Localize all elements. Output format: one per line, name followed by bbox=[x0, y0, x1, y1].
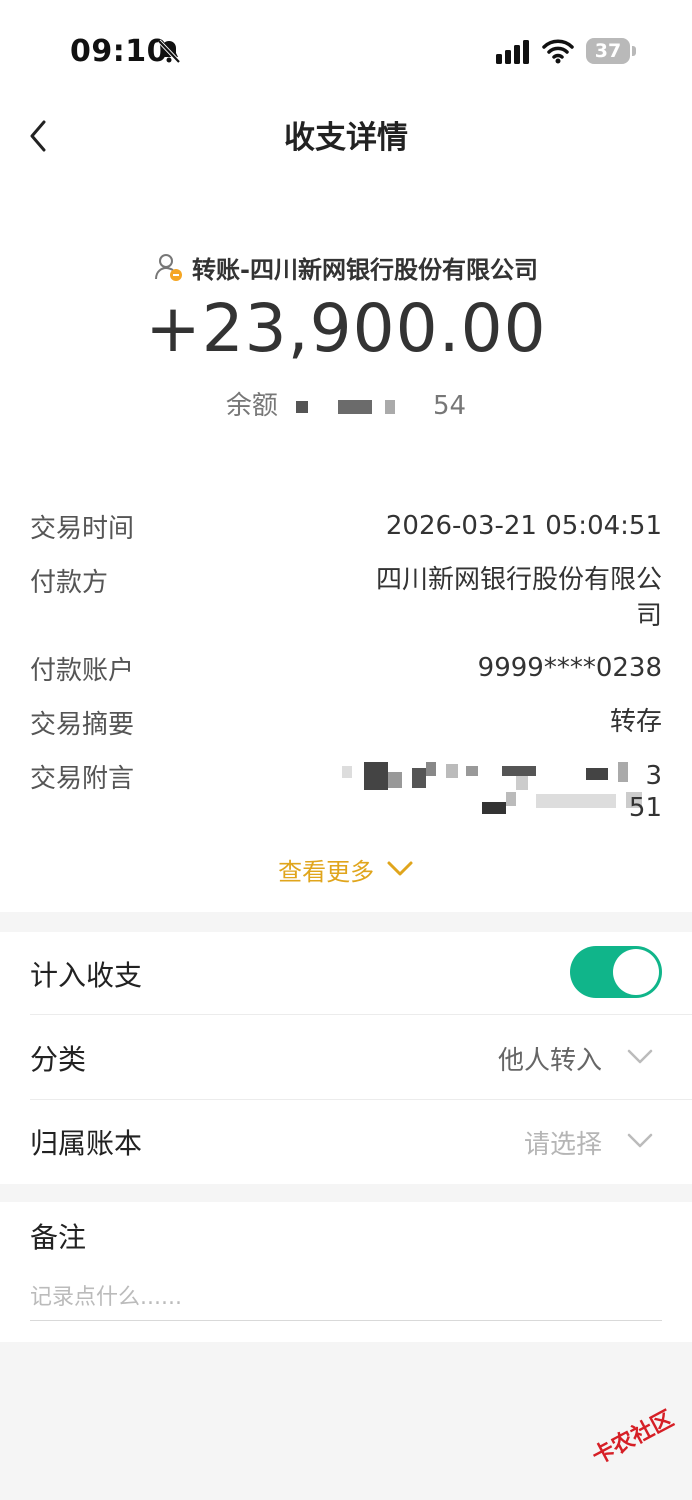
person-icon bbox=[155, 254, 183, 281]
category-value: 他人转入 bbox=[497, 1046, 602, 1076]
watermark-logo: 卡农社区 bbox=[588, 1406, 678, 1470]
detail-row-memo: 交易附言 3 51 bbox=[30, 758, 662, 828]
memo-visible-tail: 51 bbox=[628, 793, 662, 823]
view-more-label: 查看更多 bbox=[278, 858, 375, 886]
status-bar: 09:10 37 bbox=[0, 0, 692, 100]
include-in-stats-toggle[interactable] bbox=[570, 946, 662, 998]
ledger-label: 归属账本 bbox=[30, 1127, 143, 1160]
detail-value: 9999****0238 bbox=[477, 653, 662, 683]
divider bbox=[30, 1014, 692, 1015]
wifi-icon bbox=[542, 39, 574, 64]
detail-value-line: 四川新网银行股份有限公 bbox=[375, 565, 662, 595]
notes-section: 备注 bbox=[0, 1202, 692, 1342]
view-more-button[interactable]: 查看更多 bbox=[0, 852, 692, 887]
detail-value: 转存 bbox=[609, 707, 662, 737]
page-title: 收支详情 bbox=[284, 120, 408, 156]
balance-line: 余额 54 bbox=[0, 385, 692, 422]
battery-cap bbox=[632, 46, 636, 56]
notes-input[interactable] bbox=[30, 1274, 662, 1321]
include-in-stats-label: 计入收支 bbox=[30, 959, 143, 992]
balance-redaction bbox=[338, 399, 373, 414]
chevron-down-icon bbox=[627, 1133, 653, 1148]
include-in-stats-row: 计入收支 bbox=[0, 932, 692, 1016]
status-time: 09:10 bbox=[70, 34, 168, 69]
ledger-row[interactable]: 归属账本 请选择 bbox=[0, 1100, 692, 1184]
transaction-amount: +23,900.00 bbox=[145, 290, 547, 367]
detail-label: 交易摘要 bbox=[30, 710, 135, 740]
detail-label: 交易附言 bbox=[30, 764, 135, 794]
transaction-details: 交易时间 2026-03-21 05:04:51 付款方 四川新网银行股份有限公… bbox=[0, 470, 692, 912]
ledger-placeholder: 请选择 bbox=[523, 1130, 602, 1160]
detail-value: 四川新网银行股份有限公 司 bbox=[376, 562, 662, 634]
balance-visible-tail: 54 bbox=[432, 391, 467, 421]
detail-value-line: 司 bbox=[635, 601, 662, 631]
category-row[interactable]: 分类 他人转入 bbox=[0, 1016, 692, 1100]
detail-label: 付款方 bbox=[30, 568, 109, 598]
balance-redaction bbox=[384, 399, 395, 414]
memo-visible-tail: 3 bbox=[645, 761, 662, 791]
chevron-down-icon bbox=[627, 1049, 653, 1064]
counterparty-name: 转账-四川新网银行股份有限公司 bbox=[192, 256, 538, 284]
counterparty-line: 转账-四川新网银行股份有限公司 bbox=[0, 250, 692, 285]
toggle-knob bbox=[613, 949, 659, 995]
battery-level: 37 bbox=[594, 40, 622, 62]
settings-group: 计入收支 分类 他人转入 归属账本 请选择 bbox=[0, 932, 692, 1184]
detail-value: 2026-03-21 05:04:51 bbox=[385, 511, 662, 541]
balance-label: 余额 bbox=[225, 391, 278, 421]
detail-label: 付款账户 bbox=[30, 656, 135, 686]
detail-label: 交易时间 bbox=[30, 514, 135, 544]
notes-label: 备注 bbox=[30, 1221, 87, 1254]
transaction-summary: 转账-四川新网银行股份有限公司 +23,900.00 余额 54 bbox=[0, 180, 692, 470]
chevron-down-icon bbox=[387, 861, 413, 876]
category-label: 分类 bbox=[30, 1043, 87, 1076]
bell-muted-icon bbox=[157, 39, 181, 64]
balance-redaction bbox=[296, 400, 309, 413]
nav-header: 收支详情 bbox=[0, 100, 692, 180]
cellular-signal-icon bbox=[496, 40, 529, 64]
battery-icon: 37 bbox=[586, 38, 630, 64]
